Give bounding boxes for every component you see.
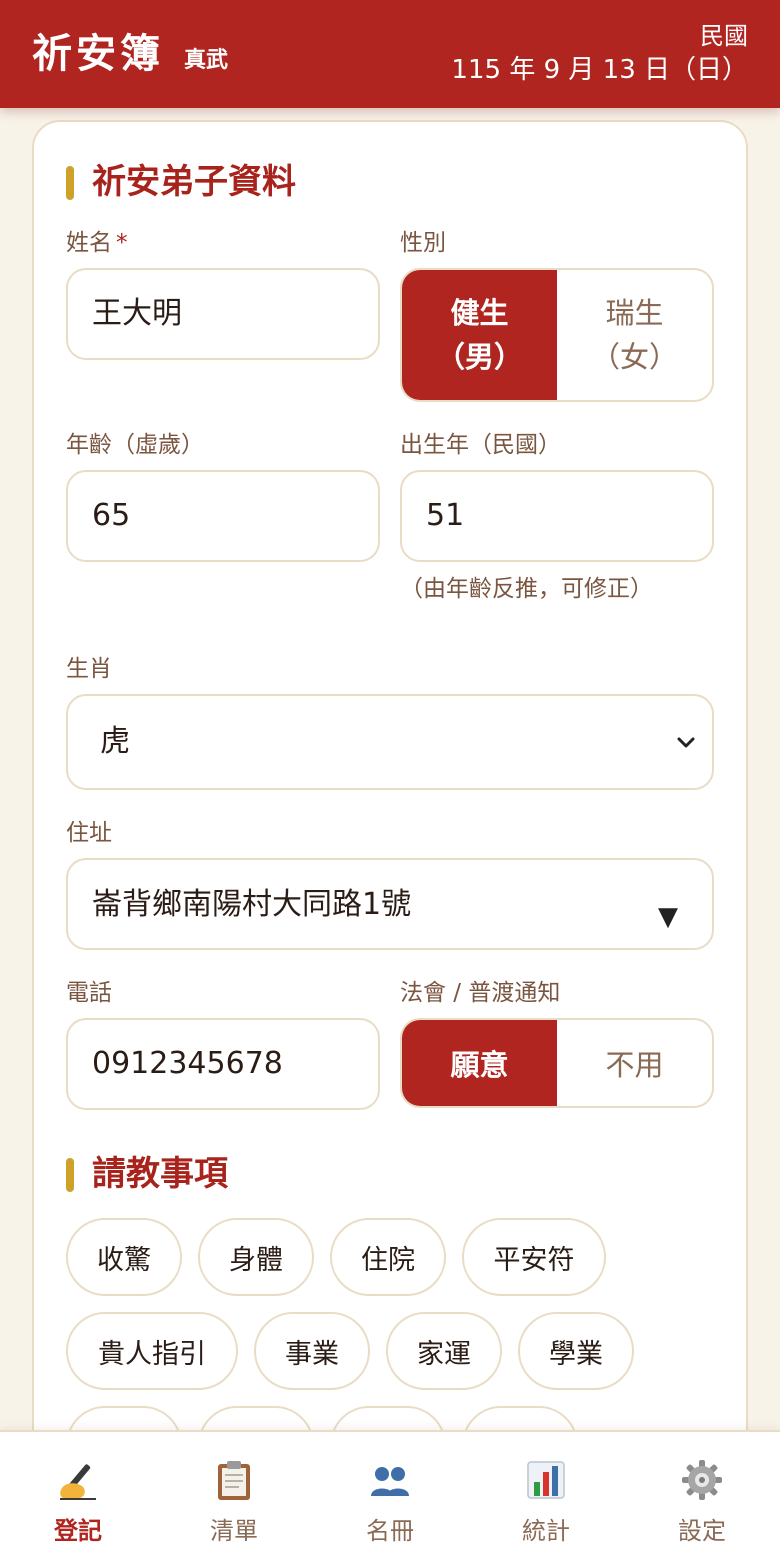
nav-label: 設定 — [678, 1517, 726, 1545]
bottom-nav: 登記 清單 名冊 統計 設定 — [0, 1430, 780, 1560]
clipboard-icon — [212, 1458, 256, 1502]
nav-label: 清單 — [210, 1517, 258, 1545]
writing-hand-icon — [56, 1458, 100, 1502]
inquiry-chip[interactable]: 住院 — [330, 1218, 446, 1296]
notify-label: 法會 / 普渡通知 — [400, 980, 561, 1006]
birth-year-input[interactable]: 51 — [400, 470, 714, 562]
nav-item-register[interactable]: 登記 — [0, 1432, 156, 1560]
name-label: 姓名 * — [66, 230, 128, 256]
birth-year-hint: （由年齡反推，可修正） — [400, 576, 653, 602]
inquiry-chip[interactable]: 學業 — [518, 1312, 634, 1390]
phone-input[interactable]: 0912345678 — [66, 1018, 380, 1110]
nav-item-roster[interactable]: 名冊 — [312, 1432, 468, 1560]
nav-item-stats[interactable]: 統計 — [468, 1432, 624, 1560]
nav-item-settings[interactable]: 設定 — [624, 1432, 780, 1560]
age-label: 年齡（虛歲） — [66, 432, 204, 458]
inquiry-chip[interactable]: 收驚 — [66, 1218, 182, 1296]
header-date: 115 年 9 月 13 日（日） — [451, 55, 748, 85]
inquiry-chip[interactable]: 家運 — [386, 1312, 502, 1390]
app-header: 祈安簿 真武 民國 115 年 9 月 13 日（日） — [0, 0, 780, 108]
section-title-disciple-info: 祈安弟子資料 — [66, 160, 296, 204]
inquiry-chip[interactable]: 貴人指引 — [66, 1312, 238, 1390]
inquiry-chip[interactable]: 事業 — [254, 1312, 370, 1390]
notify-toggle[interactable]: 願意 不用 — [400, 1018, 714, 1108]
app-subtitle: 真武 — [184, 48, 229, 73]
name-input[interactable]: 王大明 — [66, 268, 380, 360]
people-icon — [368, 1458, 412, 1502]
nav-label: 統計 — [522, 1517, 570, 1545]
gender-label: 性別 — [400, 230, 446, 256]
zodiac-label: 生肖 — [66, 656, 112, 682]
required-mark: * — [116, 230, 128, 256]
notify-option-no[interactable]: 不用 — [557, 1020, 712, 1106]
inquiry-chip[interactable]: 身體 — [198, 1218, 314, 1296]
dropdown-triangle-icon[interactable]: ▼ — [658, 904, 678, 930]
phone-label: 電話 — [66, 980, 112, 1006]
nav-label: 登記 — [54, 1517, 102, 1545]
chevron-down-icon — [677, 737, 695, 748]
zodiac-selected-value: 虎 — [100, 724, 130, 759]
app-title: 祈安簿 — [32, 30, 164, 77]
gender-toggle[interactable]: 健生 （男） 瑞生 （女） — [400, 268, 714, 402]
address-input[interactable]: 崙背鄉南陽村大同路1號 ▼ — [66, 858, 714, 950]
zodiac-select[interactable]: 虎 — [66, 694, 714, 790]
birth-year-label: 出生年（民國） — [400, 432, 561, 458]
section-title-inquiry: 請教事項 — [66, 1152, 228, 1196]
nav-label: 名冊 — [366, 1517, 414, 1545]
gender-option-female[interactable]: 瑞生 （女） — [557, 270, 712, 400]
bar-chart-icon — [524, 1458, 568, 1502]
address-value: 崙背鄉南陽村大同路1號 — [92, 887, 412, 922]
age-input[interactable]: 65 — [66, 470, 380, 562]
address-label: 住址 — [66, 820, 112, 846]
notify-option-yes[interactable]: 願意 — [402, 1020, 557, 1106]
nav-item-list[interactable]: 清單 — [156, 1432, 312, 1560]
gender-option-male[interactable]: 健生 （男） — [402, 270, 557, 400]
header-era: 民國 — [700, 22, 748, 50]
registration-card: 祈安弟子資料 姓名 * 王大明 性別 健生 （男） 瑞生 （女） 年齡（虛歲） 6… — [32, 120, 748, 1560]
gear-icon — [680, 1458, 724, 1502]
inquiry-chip[interactable]: 平安符 — [462, 1218, 606, 1296]
